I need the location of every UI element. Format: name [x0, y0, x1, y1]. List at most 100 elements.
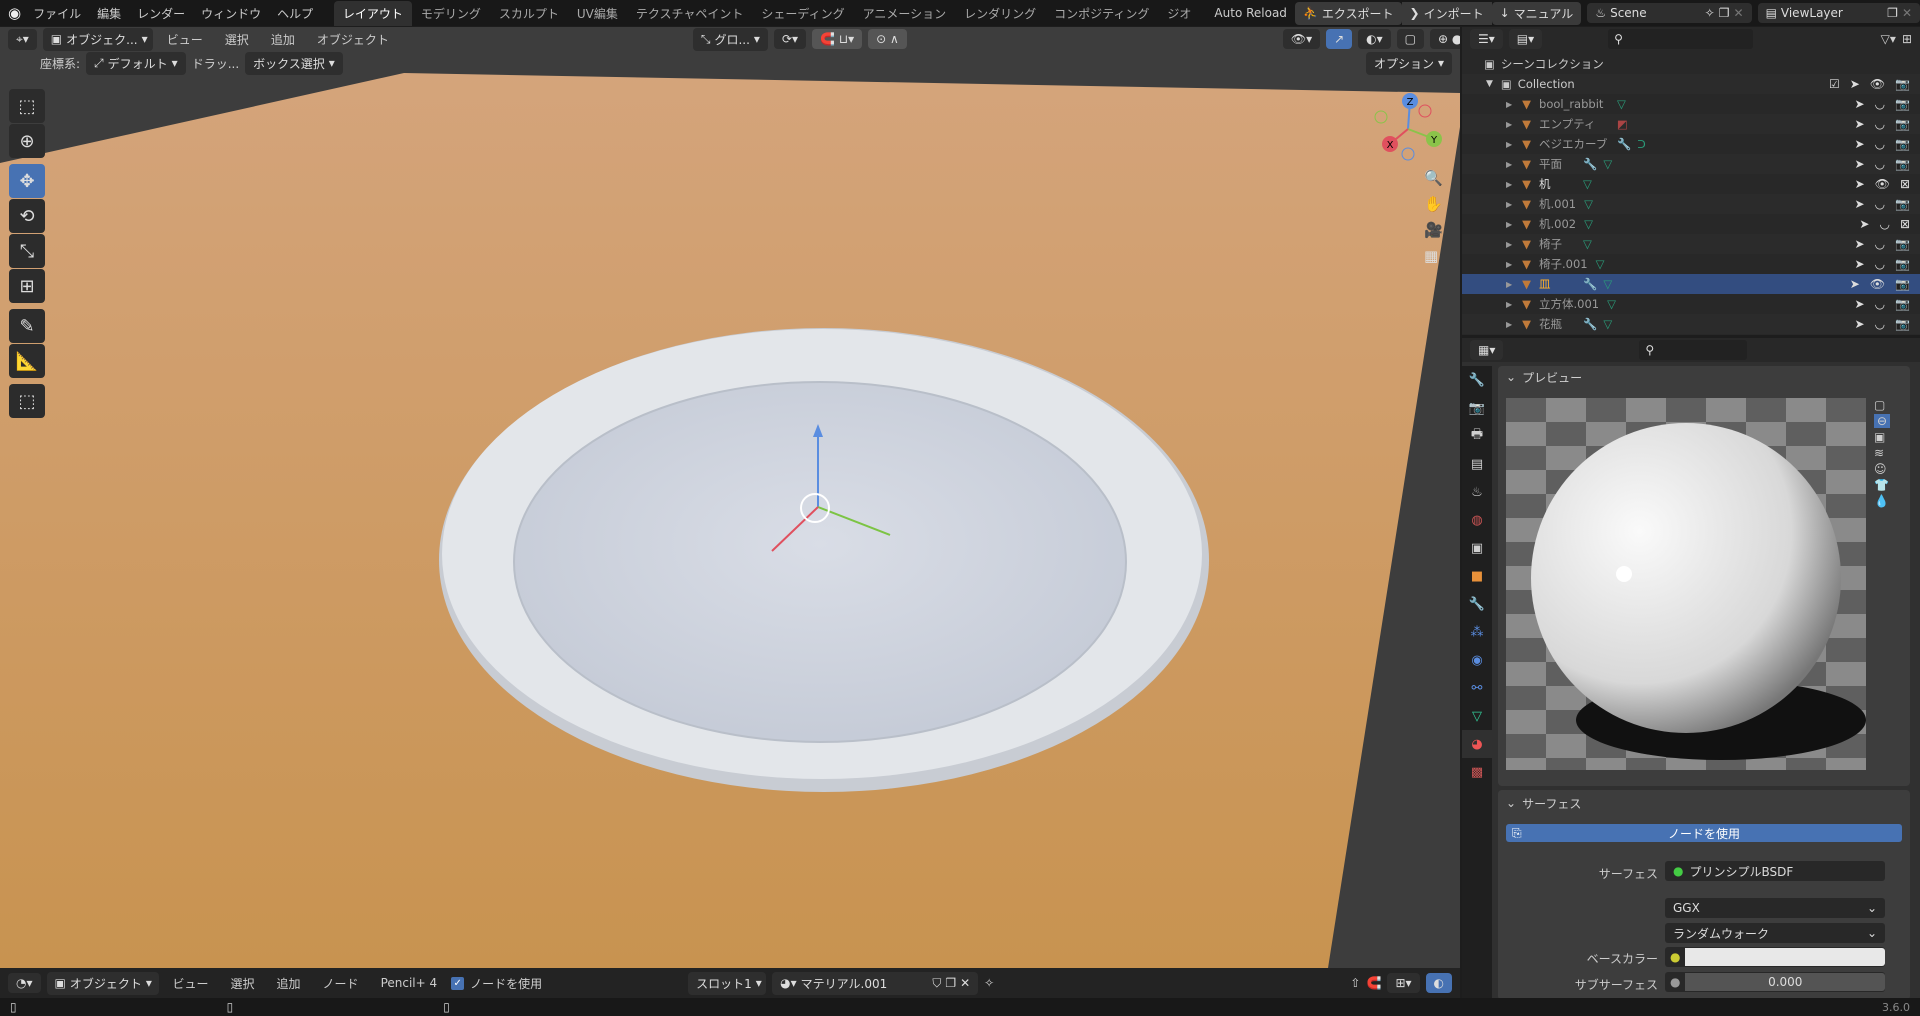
outliner-item[interactable]: ▶ ▼ 机 ▽ ➤ 👁 ⊠ [1462, 174, 1920, 194]
close-icon[interactable]: ✕ [1902, 6, 1912, 20]
outliner-item[interactable]: ▶ ▼ 花瓶 🔧 ▽ ➤ ◡ 📷 [1462, 314, 1920, 334]
tab-compositing[interactable]: コンポジティング [1045, 1, 1158, 26]
base-color-field[interactable]: ● [1665, 947, 1885, 967]
object-name[interactable]: 皿 [1539, 276, 1575, 292]
wrench-icon[interactable]: 🔧 [1583, 157, 1597, 171]
tab-rendering[interactable]: レンダリング [955, 1, 1045, 26]
subsurface-value[interactable]: 0.000 [1685, 973, 1885, 991]
snap-icon[interactable]: 🧲 [1366, 976, 1381, 990]
eye-icon[interactable]: 👁 [1875, 177, 1890, 191]
menu-window[interactable]: ウィンドウ [193, 5, 269, 22]
use-nodes-checkbox[interactable]: ✓ [451, 976, 465, 990]
wrench-icon[interactable]: 🔧 [1617, 137, 1631, 151]
add-cube-tool[interactable]: ⬚ [9, 384, 45, 418]
expand-icon[interactable]: ▶ [1506, 240, 1512, 249]
menu-render[interactable]: レンダー [129, 5, 193, 22]
preview-cloth-icon[interactable]: 👕 [1874, 478, 1890, 492]
tab-animation[interactable]: アニメーション [854, 1, 956, 26]
outliner-item[interactable]: ▶ ▼ 椅子.001 ▽ ➤ ◡ 📷 [1462, 254, 1920, 274]
render-icon[interactable]: 📷 [1895, 157, 1910, 171]
object-mode-select[interactable]: ▣ オブジェクト ▾ [46, 971, 159, 995]
outliner-item[interactable]: ▶ ▼ 皿 🔧 ▽ ➤ 👁 📷 [1462, 274, 1920, 294]
expand-icon[interactable]: ▶ [1506, 260, 1512, 269]
overlay-toggle[interactable]: ◐ [1425, 973, 1452, 993]
expand-icon[interactable]: ▶ [1506, 100, 1512, 109]
object-name[interactable]: 机.002 [1539, 216, 1576, 232]
preview-sphere-icon[interactable]: ⊖ [1874, 414, 1891, 428]
object-name[interactable]: 平面 [1539, 156, 1575, 172]
auto-reload-button[interactable]: Auto Reload [1206, 6, 1295, 20]
view-layer-tab-icon[interactable]: ▤ [1462, 450, 1492, 478]
manual-button[interactable]: ↓ マニュアル [1491, 1, 1582, 25]
object-name[interactable]: 椅子.001 [1539, 256, 1588, 272]
select-icon[interactable]: ➤ [1855, 197, 1865, 211]
eye-closed-icon[interactable]: ◡ [1875, 257, 1885, 271]
snap-options[interactable]: ⊞▾ [1387, 973, 1420, 993]
parent-node-icon[interactable]: ⇧ [1350, 976, 1360, 990]
display-mode-button[interactable]: ☰▾ [1470, 29, 1503, 49]
filter-icon[interactable]: ▽▾ [1881, 32, 1896, 46]
expand-icon[interactable]: ▶ [1506, 140, 1512, 149]
expand-icon[interactable]: ▶ [1506, 120, 1512, 129]
object-name[interactable]: ベジエカーブ [1539, 136, 1609, 152]
expand-icon[interactable]: ▶ [1506, 320, 1512, 329]
wrench-icon[interactable]: 🔧 [1583, 277, 1597, 291]
eye-icon[interactable]: 👁 [1870, 277, 1885, 291]
object-name[interactable]: bool_rabbit [1539, 97, 1609, 111]
eye-closed-icon[interactable]: ◡ [1875, 297, 1885, 311]
curve-icon[interactable]: ᑐ [1637, 137, 1645, 151]
select-icon[interactable]: ➤ [1855, 137, 1865, 151]
select-box-tool[interactable]: ⬚ [9, 89, 45, 123]
coord-select[interactable]: ⤢ デフォルト ▾ [86, 51, 186, 75]
select-icon[interactable]: ➤ [1850, 77, 1860, 91]
tab-shading[interactable]: シェーディング [752, 1, 853, 26]
expand-icon[interactable]: ▶ [1506, 160, 1512, 169]
proportional-edit-button[interactable]: ⊙ ∧ [868, 29, 907, 49]
outliner-item[interactable]: ▶ ▼ 立方体.001 ▽ ➤ ◡ 📷 [1462, 294, 1920, 314]
gizmo-y[interactable]: Y [1430, 135, 1438, 146]
xray-toggle[interactable]: ▢ [1396, 29, 1424, 49]
object-name[interactable]: 花瓶 [1539, 316, 1575, 332]
grid-icon[interactable]: ▦ [1424, 247, 1443, 265]
world-tab-icon[interactable]: ◍ [1462, 506, 1492, 534]
pin-icon[interactable]: ✧ [984, 976, 994, 990]
expand-icon[interactable]: ▶ [1506, 180, 1512, 189]
close-icon[interactable]: ✕ [1734, 6, 1744, 20]
tab-texture-paint[interactable]: テクスチャペイント [627, 1, 753, 26]
rotate-tool[interactable]: ⟲ [9, 199, 45, 233]
outliner-item[interactable]: ▶ ▼ bool_rabbit ▽ ➤ ◡ 📷 [1462, 94, 1920, 114]
visibility-button[interactable]: 👁▾ [1282, 29, 1321, 49]
measure-tool[interactable]: 📐 [9, 344, 45, 378]
preview-cube-icon[interactable]: ▣ [1874, 430, 1890, 444]
new-collection-icon[interactable]: ⊞ [1902, 32, 1912, 46]
fake-user-icon[interactable]: ⛉ [932, 976, 941, 991]
render-icon[interactable]: 📷 [1895, 137, 1910, 151]
blender-logo-icon[interactable]: ◉ [8, 4, 21, 22]
eye-closed-icon[interactable]: ◡ [1875, 197, 1885, 211]
data-tab-icon[interactable]: ▽ [1462, 702, 1492, 730]
scene-selector[interactable]: ♨ Scene ✧ ❐ ✕ [1587, 3, 1752, 23]
select-icon[interactable]: ➤ [1855, 257, 1865, 271]
outliner-item[interactable]: ▶ ▼ 平面 🔧 ▽ ➤ ◡ 📷 [1462, 154, 1920, 174]
object-name[interactable]: 机.001 [1539, 196, 1576, 212]
mesh-icon[interactable]: ▽ [1596, 257, 1605, 271]
expand-icon[interactable]: ▼ [1486, 79, 1493, 89]
viewlayer-name[interactable]: ViewLayer [1781, 6, 1883, 20]
render-tab-icon[interactable]: 📷 [1462, 394, 1492, 422]
editor-type-button[interactable]: ⌖▾ [8, 28, 37, 50]
outliner-item[interactable]: ▶ ▼ 椅子 ▽ ➤ ◡ 📷 [1462, 234, 1920, 254]
overlay-toggle[interactable]: ◐▾ [1358, 29, 1391, 49]
mode-select[interactable]: ▣ オブジェク... ▾ [42, 27, 153, 51]
expand-icon[interactable]: ▶ [1506, 220, 1512, 229]
mesh-icon[interactable]: ▽ [1603, 317, 1612, 331]
object-name[interactable]: 机 [1539, 176, 1575, 192]
copy-icon[interactable]: ❐ [945, 976, 956, 990]
menu-file[interactable]: ファイル [25, 5, 89, 22]
constraints-tab-icon[interactable]: ⚯ [1462, 674, 1492, 702]
expand-icon[interactable]: ▶ [1506, 300, 1512, 309]
gizmo-toggle[interactable]: ↗ [1326, 29, 1353, 49]
gizmo-x[interactable]: X [1387, 140, 1394, 151]
copy-icon[interactable]: ❐ [1887, 6, 1898, 20]
render-icon[interactable]: 📷 [1895, 77, 1910, 91]
preview-monkey-icon[interactable]: ☺ [1874, 462, 1890, 476]
